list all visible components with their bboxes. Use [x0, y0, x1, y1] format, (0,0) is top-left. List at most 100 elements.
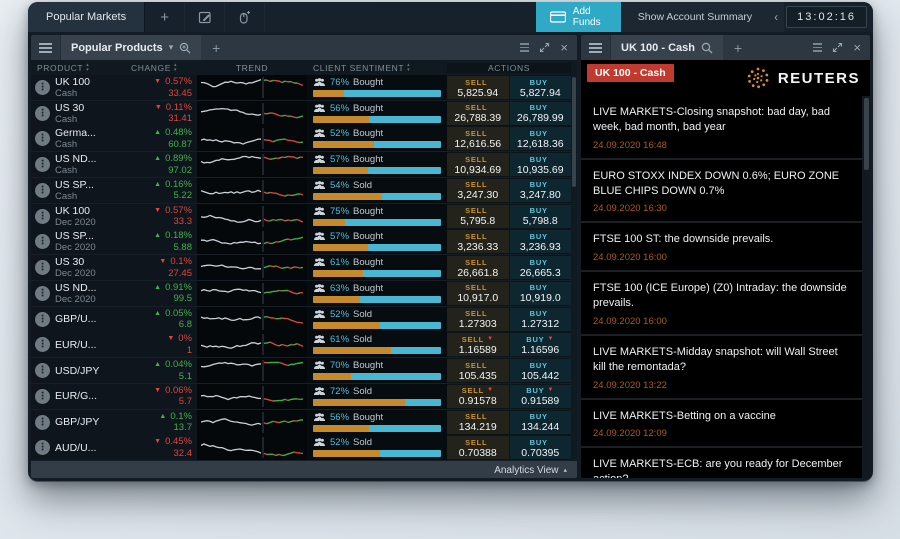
product-options-icon[interactable]: ⋮ — [35, 440, 50, 455]
sell-button[interactable]: SELL 3,247.30 — [447, 179, 509, 202]
sell-button[interactable]: SELL 26,661.8 — [447, 256, 509, 279]
product-cell[interactable]: ⋮ EUR/G... — [31, 384, 125, 409]
table-row[interactable]: ⋮ US ND... Dec 2020 ▲ 0.91% 99.5 63% Bou… — [31, 281, 571, 307]
product-options-icon[interactable]: ⋮ — [35, 209, 50, 224]
sell-button[interactable]: SELL 5,825.94 — [447, 76, 509, 99]
product-cell[interactable]: ⋮ Germa... Cash — [31, 126, 125, 151]
table-row[interactable]: ⋮ EUR/U... ▼ 0% 1 61% Sold — [31, 332, 571, 358]
product-cell[interactable]: ⋮ US ND... Cash — [31, 152, 125, 177]
news-item[interactable]: LIVE MARKETS-Closing snapshot: bad day, … — [581, 96, 862, 160]
column-header-sentiment[interactable]: CLIENT SENTIMENT ▴▾ — [307, 63, 447, 73]
watchlist-scrollbar-thumb[interactable] — [572, 77, 576, 187]
product-options-icon[interactable]: ⋮ — [35, 157, 50, 172]
table-row[interactable]: ⋮ GBP/U... ▲ 0.05% 6.8 52% Sold — [31, 307, 571, 333]
table-row[interactable]: ⋮ GBP/JPY ▲ 0.1% 13.7 56% Bought — [31, 410, 571, 436]
drag-handle-icon[interactable] — [520, 43, 529, 52]
product-cell[interactable]: ⋮ US SP... Cash — [31, 178, 125, 203]
table-row[interactable]: ⋮ UK 100 Dec 2020 ▼ 0.57% 33.3 75% Bough… — [31, 204, 571, 230]
add-funds-button[interactable]: Add Funds — [536, 2, 621, 32]
table-row[interactable]: ⋮ US 30 Dec 2020 ▼ 0.1% 27.45 61% Bought — [31, 255, 571, 281]
table-row[interactable]: ⋮ US ND... Cash ▲ 0.89% 97.02 57% Bought — [31, 152, 571, 178]
product-cell[interactable]: ⋮ GBP/JPY — [31, 410, 125, 435]
column-header-product[interactable]: PRODUCT ▴▾ — [31, 63, 125, 73]
table-row[interactable]: ⋮ USD/JPY ▲ 0.04% 5.1 70% Bought — [31, 358, 571, 384]
sell-button[interactable]: SELL▼ 0.91578 — [447, 385, 509, 408]
expand-panel-icon[interactable] — [539, 42, 550, 53]
product-cell[interactable]: ⋮ USD/JPY — [31, 358, 125, 383]
table-row[interactable]: ⋮ US SP... Cash ▲ 0.16% 5.22 54% Sold — [31, 178, 571, 204]
buy-button[interactable]: BUY 0.70395 — [510, 436, 572, 459]
sell-button[interactable]: SELL 105.435 — [447, 359, 509, 382]
product-cell[interactable]: ⋮ US 30 Dec 2020 — [31, 255, 125, 280]
buy-button[interactable]: BUY 10,935.69 — [510, 153, 572, 176]
buy-button[interactable]: BUY 134.244 — [510, 411, 572, 434]
news-item[interactable]: LIVE MARKETS-ECB: are you ready for Dece… — [581, 448, 862, 478]
add-news-tab-button[interactable]: + — [723, 35, 753, 60]
sell-button[interactable]: SELL 134.219 — [447, 411, 509, 434]
buy-button[interactable]: BUY 10,919.0 — [510, 282, 572, 305]
watchlist-title-tab[interactable]: Popular Products ▾ — [61, 35, 201, 60]
product-cell[interactable]: ⋮ US 30 Cash — [31, 101, 125, 126]
buy-button[interactable]: BUY 26,789.99 — [510, 102, 572, 125]
news-item[interactable]: FTSE 100 ST: the downside prevails. 24.0… — [581, 223, 862, 272]
buy-button[interactable]: BUY 26,665.3 — [510, 256, 572, 279]
buy-button[interactable]: BUY 12,618.36 — [510, 127, 572, 150]
product-options-icon[interactable]: ⋮ — [35, 80, 50, 95]
sell-button[interactable]: SELL 10,934.69 — [447, 153, 509, 176]
tab-popular-markets[interactable]: Popular Markets — [28, 2, 145, 32]
watchlist-scrollbar[interactable] — [571, 75, 577, 461]
news-item[interactable]: LIVE MARKETS-Betting on a vaccine 24.09.… — [581, 400, 862, 449]
product-options-icon[interactable]: ⋮ — [35, 389, 50, 404]
product-options-icon[interactable]: ⋮ — [35, 234, 50, 249]
buy-button[interactable]: BUY 105.442 — [510, 359, 572, 382]
product-cell[interactable]: ⋮ US ND... Dec 2020 — [31, 281, 125, 306]
news-title-tab[interactable]: UK 100 - Cash — [611, 35, 723, 60]
add-watchlist-tab-button[interactable]: + — [201, 35, 231, 60]
expand-panel-icon[interactable] — [832, 42, 843, 53]
sell-button[interactable]: SELL 3,236.33 — [447, 230, 509, 253]
column-header-change[interactable]: CHANGE ▴▾ — [125, 63, 197, 73]
table-row[interactable]: ⋮ Germa... Cash ▲ 0.48% 60.87 52% Bought — [31, 126, 571, 152]
sell-button[interactable]: SELL 5,795.8 — [447, 205, 509, 228]
news-item[interactable]: FTSE 100 (ICE Europe) (Z0) Intraday: the… — [581, 272, 862, 336]
product-cell[interactable]: ⋮ GBP/U... — [31, 307, 125, 332]
product-cell[interactable]: ⋮ AUD/U... — [31, 435, 125, 460]
news-item[interactable]: EURO STOXX INDEX DOWN 0.6%; EURO ZONE BL… — [581, 160, 862, 224]
news-scrollbar[interactable] — [862, 96, 870, 478]
sell-button[interactable]: SELL 12,616.56 — [447, 127, 509, 150]
product-options-icon[interactable]: ⋮ — [35, 415, 50, 430]
product-options-icon[interactable]: ⋮ — [35, 106, 50, 121]
buy-button[interactable]: BUY 5,827.94 — [510, 76, 572, 99]
product-cell[interactable]: ⋮ UK 100 Cash — [31, 75, 125, 100]
cursor-settings-button[interactable] — [225, 2, 265, 32]
product-options-icon[interactable]: ⋮ — [35, 337, 50, 352]
product-options-icon[interactable]: ⋮ — [35, 131, 50, 146]
buy-button[interactable]: BUY 3,247.80 — [510, 179, 572, 202]
news-menu-button[interactable] — [581, 35, 611, 60]
collapse-summary-chevron[interactable]: ‹ — [768, 2, 784, 32]
buy-button[interactable]: BUY 3,236.93 — [510, 230, 572, 253]
product-options-icon[interactable]: ⋮ — [35, 312, 50, 327]
watchlist-menu-button[interactable] — [31, 35, 61, 60]
news-item[interactable]: LIVE MARKETS-Midday snapshot: will Wall … — [581, 336, 862, 400]
show-account-summary-button[interactable]: Show Account Summary — [621, 2, 768, 32]
sell-button[interactable]: SELL 10,917.0 — [447, 282, 509, 305]
buy-button[interactable]: BUY▼ 1.16596 — [510, 333, 572, 356]
buy-button[interactable]: BUY 1.27312 — [510, 308, 572, 331]
product-options-icon[interactable]: ⋮ — [35, 286, 50, 301]
news-scrollbar-thumb[interactable] — [864, 98, 869, 170]
sell-button[interactable]: SELL 1.27303 — [447, 308, 509, 331]
sell-button[interactable]: SELL 0.70388 — [447, 436, 509, 459]
product-options-icon[interactable]: ⋮ — [35, 183, 50, 198]
add-workspace-tab-button[interactable]: + — [145, 2, 185, 32]
analytics-view-toggle[interactable]: Analytics View ▴ — [31, 461, 577, 478]
sell-button[interactable]: SELL 26,788.39 — [447, 102, 509, 125]
close-panel-icon[interactable]: × — [560, 40, 568, 55]
edit-workspace-button[interactable] — [185, 2, 225, 32]
product-options-icon[interactable]: ⋮ — [35, 260, 50, 275]
table-row[interactable]: ⋮ AUD/U... ▼ 0.45% 32.4 52% Sold — [31, 435, 571, 461]
product-cell[interactable]: ⋮ EUR/U... — [31, 332, 125, 357]
sell-button[interactable]: SELL▼ 1.16589 — [447, 333, 509, 356]
product-cell[interactable]: ⋮ UK 100 Dec 2020 — [31, 204, 125, 229]
table-row[interactable]: ⋮ US SP... Dec 2020 ▲ 0.18% 5.88 57% Bou… — [31, 229, 571, 255]
